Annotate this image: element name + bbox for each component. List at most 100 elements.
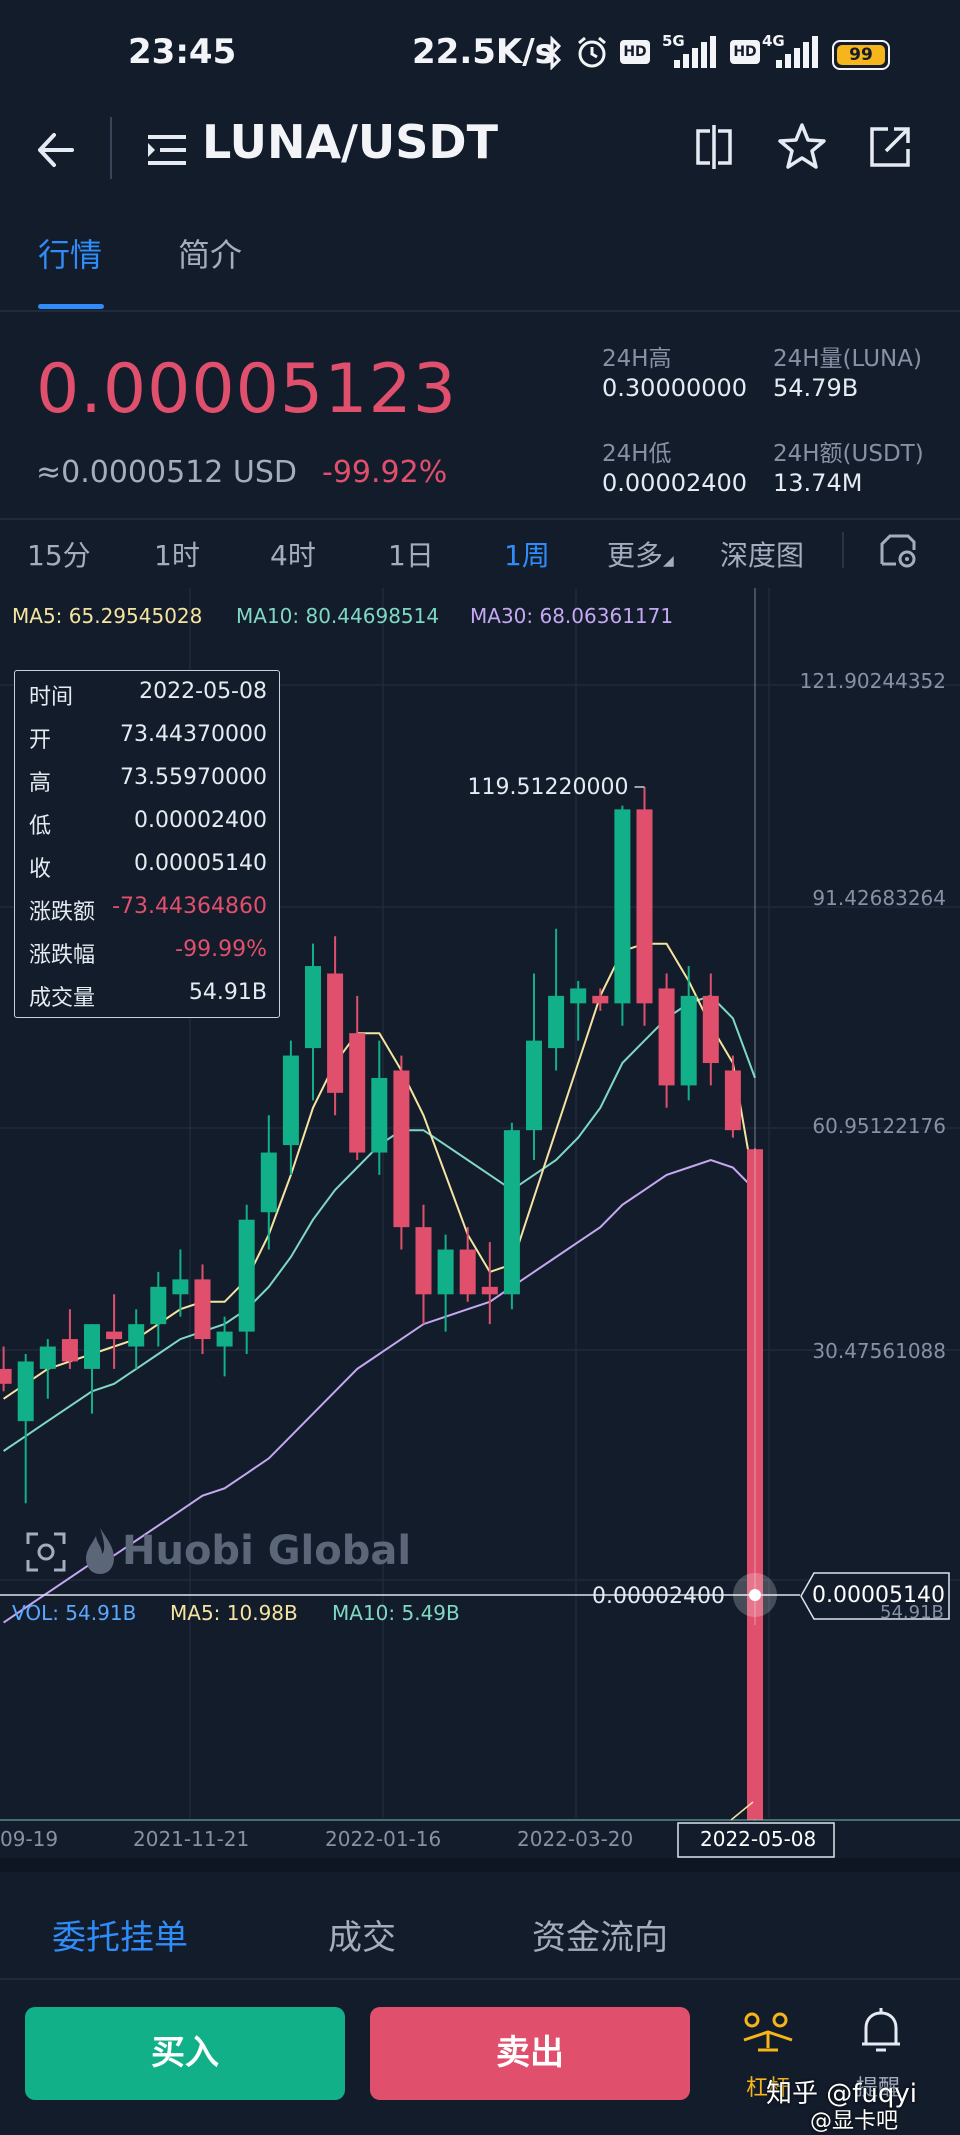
usd-value: ≈0.0000512 USD <box>36 455 298 490</box>
candle-body <box>526 1040 542 1131</box>
crosshair-dot <box>749 1589 761 1601</box>
bell-icon[interactable] <box>858 2006 904 2058</box>
interval-1d[interactable]: 1日 <box>388 534 434 574</box>
candle-body <box>106 1331 123 1340</box>
candle-body <box>150 1286 167 1325</box>
tooltip-row-change-pct: 涨跌幅 -99.99% <box>29 937 267 980</box>
signal-5g-icon <box>672 34 716 68</box>
candle-body <box>658 988 675 1086</box>
y-axis-tick-label: 121.90244352 <box>800 669 946 693</box>
bluetooth-icon <box>543 36 562 70</box>
x-axis-tick-label: 2022-01-16 <box>325 1827 441 1851</box>
tooltip-key: 成交量 <box>29 986 96 1011</box>
y-axis-tick-label: 91.42683264 <box>812 886 946 910</box>
ticker-divider <box>0 518 960 520</box>
amount-value: 13.74M <box>773 469 863 497</box>
candle-body <box>172 1279 189 1295</box>
candle-body <box>548 995 565 1049</box>
alarm-icon <box>578 36 606 68</box>
candle-body <box>636 809 653 1004</box>
y-axis-tick-label: 60.95122176 <box>812 1114 946 1138</box>
vol-ma5-legend: MA5: 10.98B <box>170 1601 298 1625</box>
hd-icon: HD <box>620 40 650 64</box>
menu-list-icon[interactable] <box>146 129 188 171</box>
ma30-legend: MA30: 68.06361171 <box>470 604 674 628</box>
interval-15m[interactable]: 15分 <box>27 534 91 574</box>
candle-body <box>128 1324 145 1347</box>
tooltip-value: -73.44364860 <box>112 894 267 919</box>
volume-bar <box>747 1625 763 1820</box>
candle-body <box>393 1070 410 1228</box>
tooltip-row-close: 收 0.00005140 <box>29 851 267 894</box>
interval-1w[interactable]: 1周 <box>504 534 550 574</box>
interval-depth-chart[interactable]: 深度图 <box>720 534 804 574</box>
y-axis-tick-label: 30.47561088 <box>812 1339 946 1363</box>
interval-1h[interactable]: 1时 <box>154 534 200 574</box>
change-percent: -99.92% <box>322 455 448 490</box>
interval-more[interactable]: 更多◢ <box>607 534 674 574</box>
candle-body <box>680 995 697 1086</box>
vol-ma10-legend: MA10: 5.49B <box>332 1601 460 1625</box>
tooltip-key: 涨跌额 <box>29 900 96 925</box>
signal-4g-icon <box>774 34 818 68</box>
low-value: 0.00002400 <box>602 469 748 497</box>
tooltip-value: 0.00005140 <box>134 851 267 876</box>
watermark: Huobi Global <box>122 1528 412 1574</box>
tooltip-key: 收 <box>29 857 52 882</box>
battery-icon: 99 <box>832 40 890 70</box>
tooltip-key: 低 <box>29 814 52 839</box>
volume-value: 54.79B <box>773 374 859 402</box>
bottom-divider <box>0 1978 960 1980</box>
x-axis-tick-label: 09-19 <box>0 1827 58 1851</box>
back-arrow-icon[interactable] <box>32 125 82 175</box>
candle-body <box>327 973 344 1093</box>
candle-body <box>371 1077 388 1153</box>
tooltip-value: 73.55970000 <box>120 765 267 790</box>
pair-title[interactable]: LUNA/USDT <box>202 115 498 169</box>
lever-icon[interactable] <box>740 2010 796 2058</box>
share-icon[interactable] <box>860 117 920 177</box>
status-time: 23:45 <box>128 32 237 72</box>
low-label: 24H低 <box>602 441 672 467</box>
ma5-legend: MA5: 65.29545028 <box>12 604 203 628</box>
network-speed: 22.5K/s <box>412 32 555 72</box>
vol-legend: VOL: 54.91B <box>12 1601 137 1625</box>
tab-market[interactable]: 行情 <box>38 230 102 276</box>
candle-body <box>0 1368 12 1384</box>
star-icon[interactable] <box>772 117 832 177</box>
max-price-label: 119.51220000 <box>468 775 629 800</box>
tab-open-orders[interactable]: 委托挂单 <box>52 1910 188 1959</box>
candle-tooltip: 时间 2022-05-08 开 73.44370000 高 73.55970000 低… <box>14 670 280 1018</box>
tooltip-value: 2022-05-08 <box>139 679 267 704</box>
crosshair-low-label: 0.00002400 <box>592 1584 725 1609</box>
tooltip-key: 高 <box>29 771 52 796</box>
split-screen-icon[interactable] <box>684 117 744 177</box>
last-price: 0.00005123 <box>36 350 457 429</box>
candle-body <box>39 1346 56 1369</box>
interval-4h[interactable]: 4时 <box>270 534 316 574</box>
high-value: 0.30000000 <box>602 374 748 402</box>
status-bar: 23:45 22.5K/s HD 5G HD 4G 99 <box>0 0 960 105</box>
screenshot-icon[interactable] <box>24 1530 68 1574</box>
chart-settings-icon[interactable] <box>878 530 920 570</box>
tooltip-key: 时间 <box>29 685 74 710</box>
candle-body <box>349 1033 366 1153</box>
candle-body <box>724 1070 741 1131</box>
tab-trades[interactable]: 成交 <box>328 1910 396 1959</box>
tooltip-value: 73.44370000 <box>120 722 267 747</box>
hd-icon-2: HD <box>730 40 760 64</box>
sell-button[interactable]: 卖出 <box>370 2007 690 2100</box>
volume-axis-label: 54.91B <box>880 1602 944 1623</box>
candle-body <box>592 995 609 1004</box>
candle-body <box>459 1249 476 1295</box>
candle-body <box>260 1152 277 1213</box>
tab-capital-flow[interactable]: 资金流向 <box>532 1910 668 1959</box>
buy-button[interactable]: 买入 <box>25 2007 345 2100</box>
tabs-divider <box>0 310 960 312</box>
tooltip-row-volume: 成交量 54.91B <box>29 980 267 1023</box>
amount-label: 24H额(USDT) <box>773 441 924 467</box>
tooltip-value: -99.99% <box>175 937 267 962</box>
candle-body <box>614 809 631 1004</box>
tab-intro[interactable]: 简介 <box>178 230 242 276</box>
credit-watermark-2: @显卡吧 <box>810 2109 899 2134</box>
